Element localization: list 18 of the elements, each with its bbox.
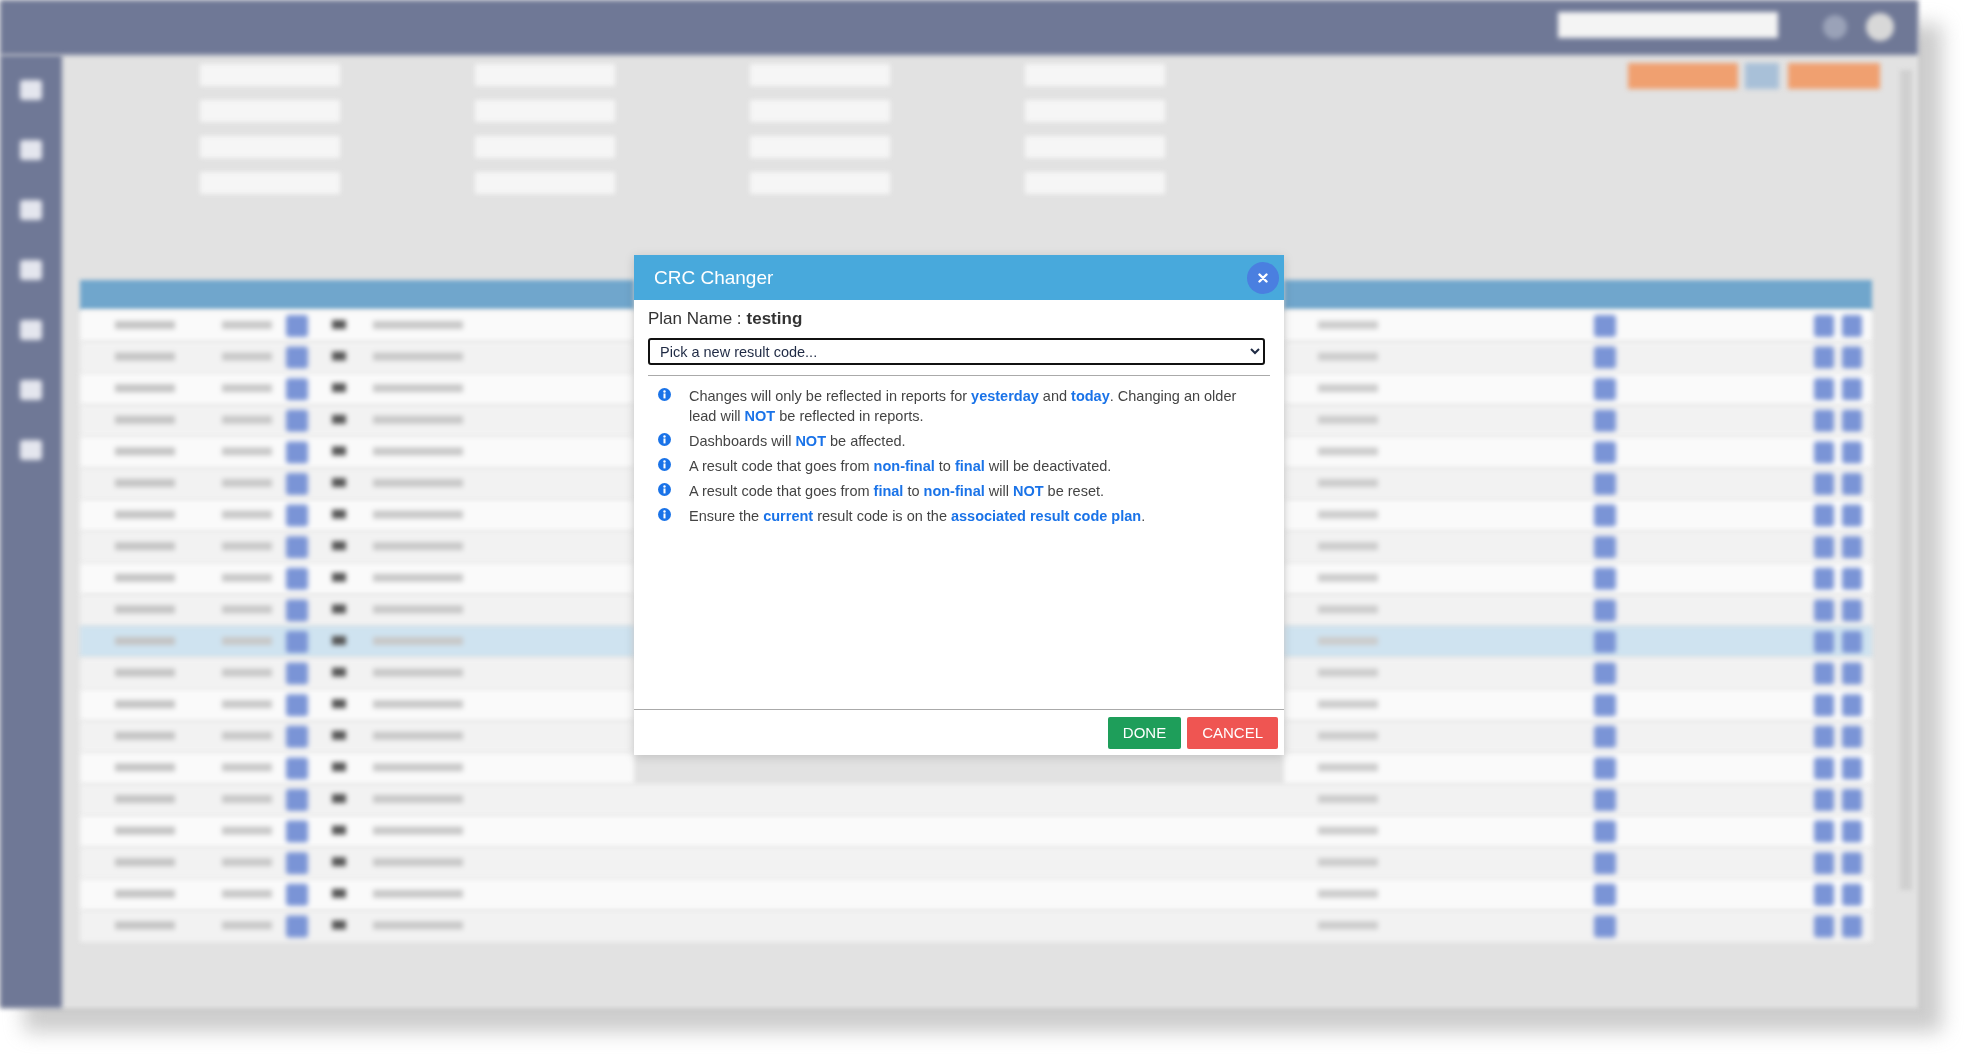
dialog-title: CRC Changer: [654, 266, 774, 289]
info-icon: [658, 508, 671, 521]
note-text: A result code that goes from non-final to final will be deactivated.: [689, 457, 1112, 476]
info-icon: [658, 483, 671, 496]
note-text: Changes will only be reflected in reports for yesterday and today. Changing an older lead will NOT be reflected in reports.: [689, 387, 1237, 426]
plan-name-value: testing: [746, 309, 803, 329]
cancel-button[interactable]: CANCEL: [1187, 716, 1278, 749]
info-icon: [658, 388, 671, 401]
plan-name-label: Plan Name :: [648, 309, 742, 329]
done-button[interactable]: DONE: [1107, 716, 1182, 749]
note-text: A result code that goes from final to non-final will NOT be reset.: [689, 482, 1105, 501]
note-text: Ensure the current result code is on the associated result code plan.: [689, 507, 1146, 526]
close-button[interactable]: [1247, 261, 1279, 294]
info-icon: [658, 433, 671, 446]
result-code-select[interactable]: Pick a new result code...: [648, 338, 1265, 365]
info-icon: [658, 458, 671, 471]
note-text: Dashboards will NOT be affected.: [689, 432, 906, 451]
close-icon: [1258, 272, 1268, 283]
